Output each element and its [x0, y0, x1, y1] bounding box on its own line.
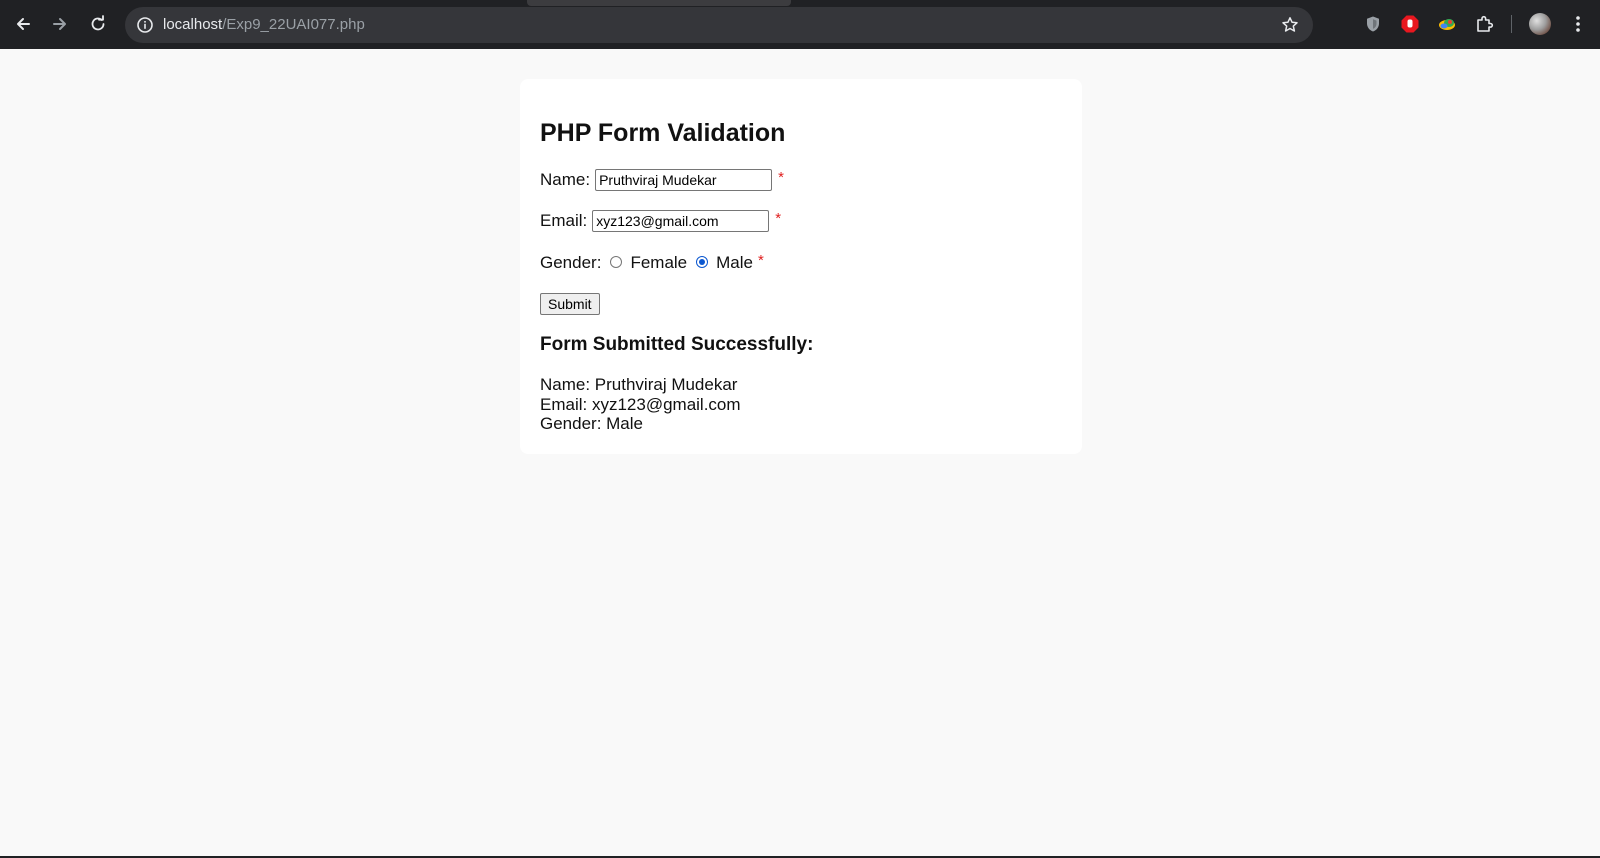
shield-extension-icon[interactable]	[1362, 13, 1384, 35]
back-arrow-icon	[17, 18, 30, 30]
gender-label: Gender:	[540, 253, 602, 272]
menu-dots-icon[interactable]	[1568, 12, 1588, 36]
gender-row: Gender: Female Male *	[540, 251, 764, 273]
name-required-mark: *	[778, 168, 784, 186]
browser-toolbar: localhost/Exp9_22UAI077.php	[0, 0, 1600, 49]
name-input[interactable]: Pruthviraj Mudekar	[595, 169, 773, 191]
name-row: Name: Pruthviraj Mudekar *	[540, 169, 784, 191]
url-host: localhost	[163, 16, 223, 33]
result-gender: Gender: Male	[540, 414, 643, 433]
site-info-icon[interactable]	[133, 13, 157, 37]
extensions-puzzle-icon[interactable]	[1474, 13, 1496, 35]
forward-arrow-icon	[53, 18, 66, 30]
email-input[interactable]: xyz123@gmail.com	[592, 210, 770, 232]
page-title: PHP Form Validation	[540, 119, 786, 147]
email-row: Email: xyz123@gmail.com *	[540, 210, 781, 232]
profile-avatar[interactable]	[1529, 13, 1551, 35]
email-label: Email:	[540, 211, 588, 230]
result-title: Form Submitted Successfully:	[540, 334, 814, 355]
back-button[interactable]	[9, 10, 37, 38]
gender-radio-female[interactable]	[610, 256, 623, 268]
name-label: Name:	[540, 170, 591, 189]
stop-extension-icon[interactable]	[1399, 13, 1421, 35]
address-bar[interactable]: localhost/Exp9_22UAI077.php	[125, 7, 1313, 43]
url-text[interactable]: localhost/Exp9_22UAI077.php	[163, 16, 365, 33]
result-email: Email: xyz123@gmail.com	[540, 394, 741, 414]
result-name: Name: Pruthviraj Mudekar	[540, 375, 738, 394]
result-details: Name: Pruthviraj Mudekar Email: xyz123@g…	[540, 375, 741, 434]
email-required-mark: *	[775, 209, 782, 227]
url-path: /Exp9_22UAI077.php	[222, 16, 365, 33]
forward-button[interactable]	[46, 10, 74, 38]
gender-required-mark: *	[757, 251, 764, 269]
gender-option-male-label: Male	[716, 253, 753, 272]
submit-button[interactable]: Submit	[540, 293, 600, 315]
reload-button[interactable]	[84, 10, 112, 38]
gender-option-female-label: Female	[630, 253, 688, 272]
reload-icon	[91, 15, 105, 31]
bookmark-star-icon[interactable]	[1279, 14, 1301, 36]
gender-radio-male[interactable]	[696, 256, 709, 268]
tab-strip-indicator	[527, 0, 791, 6]
toolbar-divider	[1511, 15, 1512, 33]
form-card: PHP Form Validation Name: Pruthviraj Mud…	[520, 79, 1082, 454]
colorful-extension-icon[interactable]	[1436, 13, 1458, 35]
